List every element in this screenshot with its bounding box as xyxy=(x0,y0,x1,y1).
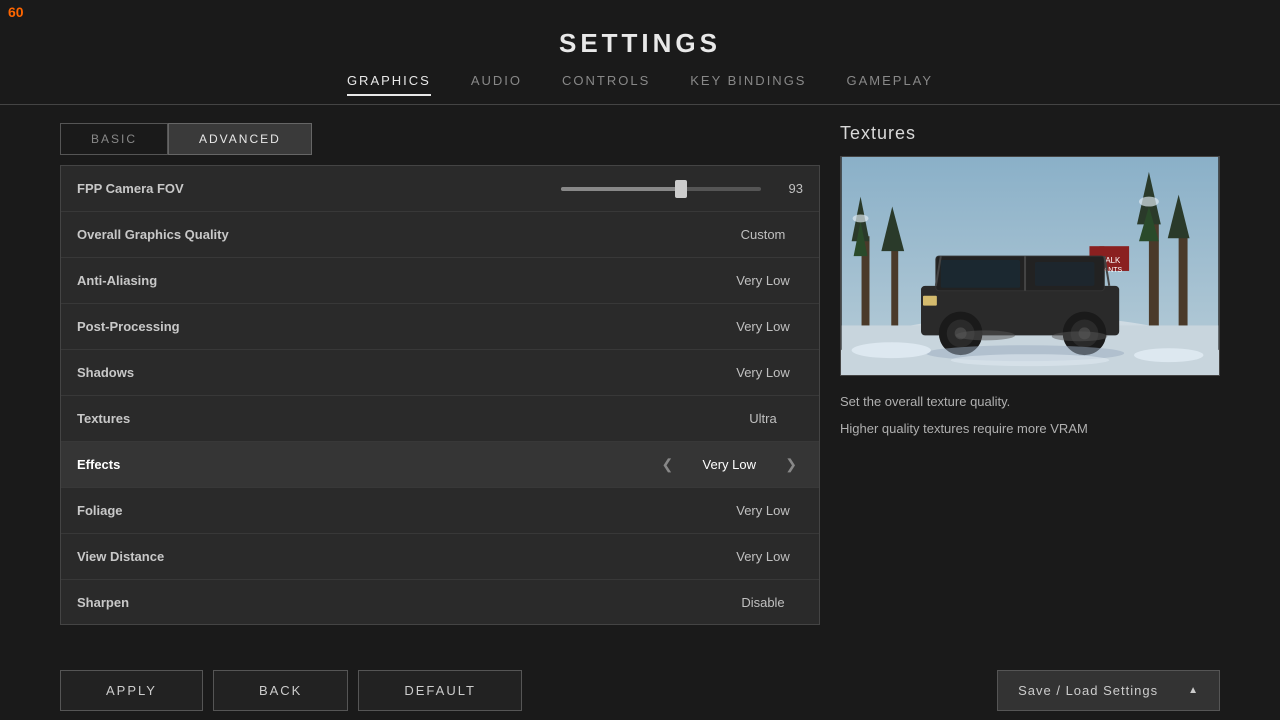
setting-name-shadows: Shadows xyxy=(77,365,134,380)
tab-graphics[interactable]: GRAPHICS xyxy=(347,73,431,94)
apply-button[interactable]: APPLY xyxy=(60,670,203,711)
setting-view-distance: View Distance Very Low xyxy=(61,534,819,580)
chevron-up-icon: ▲ xyxy=(1188,685,1199,696)
setting-value-view-distance: Very Low xyxy=(723,549,803,564)
setting-value-effects: Very Low xyxy=(689,457,769,472)
slider-thumb[interactable] xyxy=(675,180,687,198)
settings-list: FPP Camera FOV 93 Overall Graphics Quali… xyxy=(60,165,820,625)
nav-tabs: GRAPHICS AUDIO CONTROLS KEY BINDINGS GAM… xyxy=(0,73,1280,105)
tab-key-bindings[interactable]: KEY BINDINGS xyxy=(690,73,806,94)
setting-name-overall-graphics: Overall Graphics Quality xyxy=(77,227,229,242)
setting-value-overall-graphics: Custom xyxy=(723,227,803,242)
back-button[interactable]: BACK xyxy=(213,670,348,711)
bottom-bar: APPLY BACK DEFAULT Save / Load Settings … xyxy=(0,660,1280,720)
default-button[interactable]: DEFAULT xyxy=(358,670,522,711)
setting-name-sharpen: Sharpen xyxy=(77,595,129,610)
save-load-button[interactable]: Save / Load Settings ▲ xyxy=(997,670,1220,711)
setting-textures: Textures Ultra xyxy=(61,396,819,442)
setting-value-post-processing: Very Low xyxy=(723,319,803,334)
setting-value-sharpen: Disable xyxy=(723,595,803,610)
setting-overall-graphics: Overall Graphics Quality Custom xyxy=(61,212,819,258)
slider-value-fpp: 93 xyxy=(773,181,803,196)
right-panel: Textures xyxy=(840,123,1220,625)
tab-controls[interactable]: CONTROLS xyxy=(562,73,650,94)
slider-fpp-camera-fov[interactable]: 93 xyxy=(184,181,803,196)
save-load-label: Save / Load Settings xyxy=(1018,683,1158,698)
setting-name-textures: Textures xyxy=(77,411,130,426)
setting-value-container: Custom xyxy=(723,227,803,242)
setting-value-container-sharpen: Disable xyxy=(723,595,803,610)
setting-value-container-vd: Very Low xyxy=(723,549,803,564)
setting-name-fpp-camera-fov: FPP Camera FOV xyxy=(77,181,184,196)
tab-audio[interactable]: AUDIO xyxy=(471,73,522,94)
setting-anti-aliasing: Anti-Aliasing Very Low xyxy=(61,258,819,304)
texture-desc-line2: Higher quality textures require more VRA… xyxy=(840,419,1220,440)
effects-arrow-left[interactable]: ❮ xyxy=(656,454,680,475)
sub-tabs: BASIC ADVANCED xyxy=(60,123,820,155)
setting-fpp-camera-fov: FPP Camera FOV 93 xyxy=(61,166,819,212)
setting-name-post-processing: Post-Processing xyxy=(77,319,180,334)
subtab-basic[interactable]: BASIC xyxy=(60,123,168,155)
setting-shadows: Shadows Very Low xyxy=(61,350,819,396)
setting-name-effects: Effects xyxy=(77,457,120,472)
setting-value-container-foliage: Very Low xyxy=(723,503,803,518)
setting-sharpen: Sharpen Disable xyxy=(61,580,819,625)
setting-value-textures: Ultra xyxy=(723,411,803,426)
main-content: BASIC ADVANCED FPP Camera FOV 93 Overall… xyxy=(0,123,1280,625)
texture-preview-title: Textures xyxy=(840,123,1220,144)
setting-name-foliage: Foliage xyxy=(77,503,123,518)
texture-desc-line1: Set the overall texture quality. xyxy=(840,392,1220,413)
settings-title: SETTINGS xyxy=(0,0,1280,59)
setting-name-anti-aliasing: Anti-Aliasing xyxy=(77,273,157,288)
texture-description: Set the overall texture quality. Higher … xyxy=(840,392,1220,440)
left-panel: BASIC ADVANCED FPP Camera FOV 93 Overall… xyxy=(60,123,820,625)
subtab-advanced[interactable]: ADVANCED xyxy=(168,123,312,155)
setting-value-container-aa: Very Low xyxy=(723,273,803,288)
effects-arrow-right[interactable]: ❯ xyxy=(779,454,803,475)
setting-value-container-textures: Ultra xyxy=(723,411,803,426)
setting-value-container-shadows: Very Low xyxy=(723,365,803,380)
setting-foliage: Foliage Very Low xyxy=(61,488,819,534)
fps-counter: 60 xyxy=(8,4,24,20)
slider-fill xyxy=(561,187,681,191)
setting-value-foliage: Very Low xyxy=(723,503,803,518)
setting-value-container-effects: ❮ Very Low ❯ xyxy=(656,454,803,475)
tab-gameplay[interactable]: GAMEPLAY xyxy=(846,73,933,94)
slider-track[interactable] xyxy=(561,187,761,191)
setting-post-processing: Post-Processing Very Low xyxy=(61,304,819,350)
texture-preview-image: WALK GIANTS xyxy=(840,156,1220,376)
setting-value-container-pp: Very Low xyxy=(723,319,803,334)
setting-value-shadows: Very Low xyxy=(723,365,803,380)
setting-value-anti-aliasing: Very Low xyxy=(723,273,803,288)
setting-name-view-distance: View Distance xyxy=(77,549,164,564)
setting-effects: Effects ❮ Very Low ❯ xyxy=(61,442,819,488)
